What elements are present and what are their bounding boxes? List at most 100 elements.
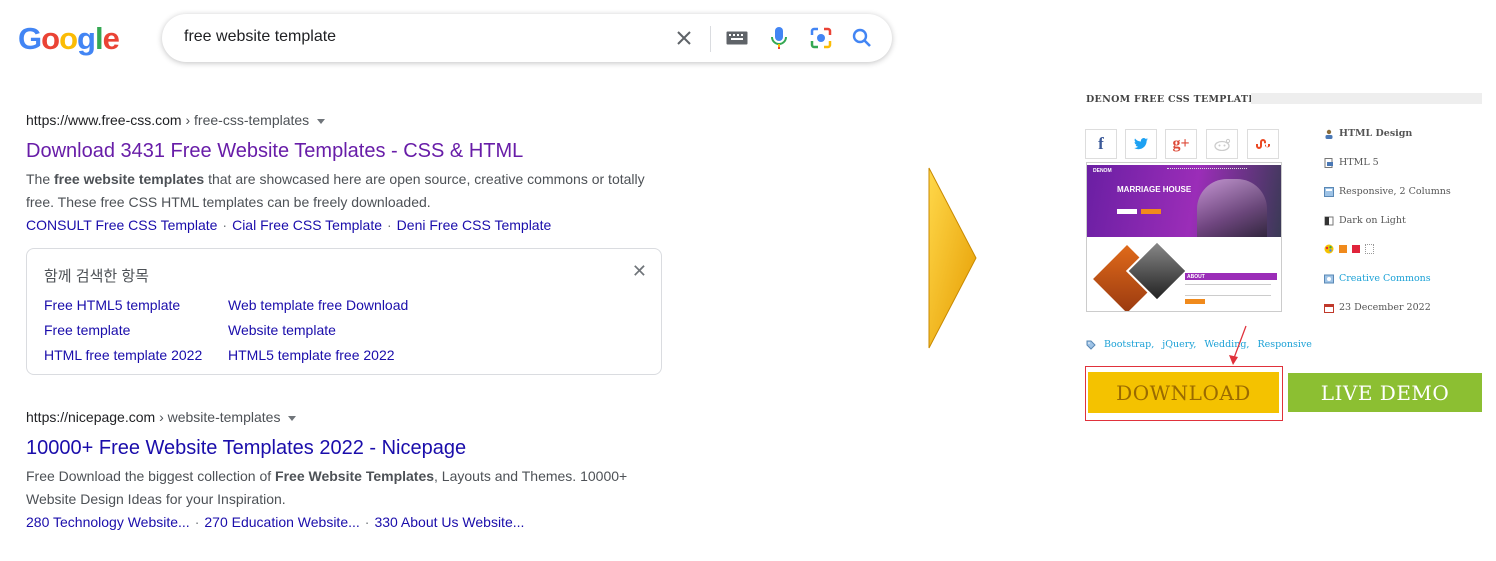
- sitelink[interactable]: Deni Free CSS Template: [397, 217, 552, 233]
- sitelink[interactable]: 270 Education Website...: [204, 514, 359, 530]
- meta-html-version: HTML 5: [1324, 157, 1379, 168]
- microphone-icon[interactable]: [767, 26, 791, 50]
- search-input[interactable]: free website template: [184, 28, 336, 46]
- result-url[interactable]: https://www.free-css.com › free-css-temp…: [26, 112, 326, 128]
- tag-link[interactable]: Bootstrap,: [1104, 339, 1154, 350]
- result-snippet: Free Download the biggest collection of …: [26, 465, 666, 511]
- divider: [710, 26, 711, 52]
- layout-icon: [1324, 186, 1334, 197]
- meta-text: 23 December 2022: [1339, 302, 1431, 313]
- color-swatch: [1352, 245, 1360, 253]
- more-options-caret-icon[interactable]: [317, 118, 326, 124]
- snippet-bold: free website templates: [54, 171, 205, 187]
- camera-lens-icon[interactable]: [809, 26, 833, 50]
- tag-link[interactable]: Responsive: [1257, 339, 1311, 350]
- preview-button: [1141, 209, 1161, 214]
- contrast-icon: [1324, 216, 1334, 225]
- separator: ·: [364, 514, 370, 530]
- logo-letter: e: [102, 21, 120, 56]
- meta-license[interactable]: Creative Commons: [1324, 273, 1431, 284]
- logo-letter: o: [41, 21, 60, 56]
- separator: ·: [222, 217, 228, 233]
- snippet-text: The: [26, 171, 55, 187]
- result-title-link[interactable]: 10000+ Free Website Templates 2022 - Nic…: [26, 435, 466, 461]
- logo-letter: G: [18, 21, 42, 56]
- license-icon: [1324, 274, 1334, 283]
- result-path: › website-templates: [155, 409, 281, 425]
- twitter-icon[interactable]: [1125, 129, 1157, 159]
- meta-text[interactable]: Creative Commons: [1339, 273, 1431, 284]
- google-plus-icon[interactable]: g+: [1165, 129, 1197, 159]
- logo-letter: l: [94, 21, 104, 56]
- live-demo-button[interactable]: LIVE DEMO: [1288, 373, 1482, 412]
- html-file-icon: [1324, 157, 1333, 168]
- sitelink[interactable]: 280 Technology Website...: [26, 514, 190, 530]
- palette-icon: [1324, 244, 1334, 254]
- related-item[interactable]: HTML5 template free 2022: [228, 347, 395, 363]
- tags-icon: [1086, 340, 1096, 350]
- result-path: › free-css-templates: [181, 112, 310, 128]
- logo-letter: g: [77, 21, 96, 56]
- template-preview-image[interactable]: DENOM MARRIAGE HOUSE ABOUT: [1086, 162, 1282, 312]
- preview-hero: DENOM MARRIAGE HOUSE: [1087, 165, 1281, 237]
- logo-letter: o: [59, 21, 78, 56]
- preview-about-label: ABOUT: [1187, 274, 1205, 280]
- meta-text: HTML Design: [1339, 128, 1413, 139]
- meta-designer: HTML Design: [1324, 128, 1412, 139]
- related-item[interactable]: Web template free Download: [228, 297, 408, 313]
- sitelink[interactable]: 330 About Us Website...: [374, 514, 524, 530]
- meta-color-scheme: Dark on Light: [1324, 215, 1406, 226]
- preview-button: [1117, 209, 1137, 214]
- tags-row: Bootstrap, jQuery, Wedding, Responsive: [1086, 339, 1312, 350]
- stumbleupon-icon[interactable]: [1247, 129, 1279, 159]
- result-domain: https://nicepage.com: [26, 409, 156, 425]
- google-logo[interactable]: Google: [18, 21, 120, 56]
- meta-layout: Responsive, 2 Columns: [1324, 186, 1451, 197]
- snippet-text: Free Download the biggest collection of: [26, 468, 276, 484]
- preview-heading: MARRIAGE HOUSE: [1117, 185, 1192, 194]
- calendar-icon: [1324, 303, 1334, 313]
- meta-text: Responsive, 2 Columns: [1339, 186, 1451, 197]
- separator: ·: [194, 514, 200, 530]
- result-url[interactable]: https://nicepage.com › website-templates: [26, 409, 297, 425]
- reddit-icon[interactable]: [1206, 129, 1238, 159]
- related-searches-box: 함께 검색한 항목 ✕ Free HTML5 template Web temp…: [26, 248, 662, 375]
- related-item[interactable]: HTML free template 2022: [44, 347, 202, 363]
- preview-button: [1185, 299, 1205, 304]
- separator: ·: [387, 217, 392, 233]
- snippet-bold: Free Website Templates: [275, 468, 435, 484]
- related-item[interactable]: Website template: [228, 322, 336, 338]
- meta-date: 23 December 2022: [1324, 302, 1431, 313]
- preview-photo: [1197, 179, 1267, 237]
- template-title: DENOM FREE CSS TEMPLATE: [1086, 94, 1256, 105]
- color-swatch: [1339, 245, 1347, 253]
- related-item[interactable]: Free HTML5 template: [44, 297, 180, 313]
- transition-arrow-icon: [928, 167, 977, 349]
- meta-text: HTML 5: [1339, 157, 1379, 168]
- preview-nav: [1167, 168, 1247, 171]
- red-pointer-arrow-icon: [1229, 325, 1247, 365]
- facebook-icon[interactable]: f: [1085, 129, 1117, 159]
- sitelinks: 280 Technology Website... · 270 Education …: [26, 514, 524, 530]
- meta-text: Dark on Light: [1339, 215, 1406, 226]
- related-item[interactable]: Free template: [44, 322, 130, 338]
- more-options-caret-icon[interactable]: [288, 415, 297, 421]
- result-domain: https://www.free-css.com: [26, 112, 182, 128]
- download-button[interactable]: DOWNLOAD: [1088, 372, 1279, 413]
- close-icon[interactable]: [672, 26, 696, 50]
- search-icon[interactable]: [850, 26, 874, 50]
- keyboard-icon[interactable]: [725, 26, 749, 50]
- tag-link[interactable]: jQuery,: [1162, 339, 1196, 350]
- close-icon[interactable]: ✕: [632, 261, 647, 282]
- designer-icon: [1325, 129, 1333, 139]
- sitelinks: CONSULT Free CSS Template · Cial Free CSS …: [26, 217, 551, 233]
- sitelink[interactable]: Cial Free CSS Template: [232, 217, 382, 233]
- preview-brand: DENOM: [1093, 168, 1112, 174]
- result-title-link[interactable]: Download 3431 Free Website Templates - C…: [26, 138, 523, 164]
- search-box[interactable]: free website template: [162, 14, 892, 62]
- sitelink[interactable]: CONSULT Free CSS Template: [26, 217, 217, 233]
- related-heading: 함께 검색한 항목: [44, 268, 149, 285]
- color-swatch: [1365, 244, 1374, 254]
- meta-palette: [1324, 244, 1374, 254]
- title-rule: [1251, 93, 1482, 104]
